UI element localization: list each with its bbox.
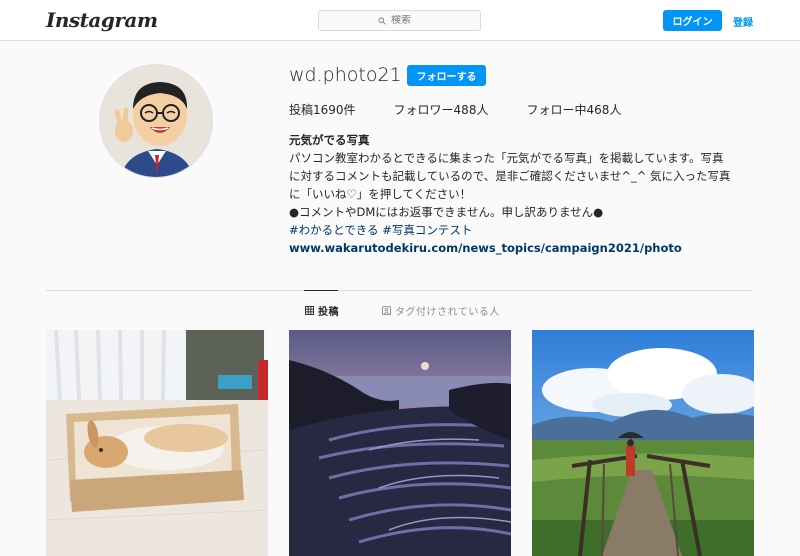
login-button[interactable]: ログイン — [663, 10, 722, 31]
tagged-user-icon — [382, 306, 391, 315]
followers-count[interactable]: フォロワー488人 — [394, 101, 489, 118]
post-thumbnail[interactable] — [46, 330, 268, 556]
bio-line: に「いいね♡」を押してください！ — [289, 187, 472, 201]
tabs-divider — [46, 290, 753, 291]
post-thumbnail[interactable] — [532, 330, 754, 556]
bio-hashtags[interactable]: #わかるとできる #写真コンテスト — [289, 221, 759, 239]
grid-icon — [305, 306, 314, 315]
instagram-logo[interactable]: Instagram — [46, 8, 158, 32]
profile-avatar[interactable] — [99, 64, 213, 178]
bio-line: ●コメントやDMにはお返事できません。申し訳ありません● — [289, 205, 604, 219]
profile-bio: 元気がでる写真 パソコン教室わかるとできるに集まった「元気がでる写真」を掲載して… — [289, 131, 759, 257]
search-icon — [378, 16, 386, 25]
tab-tagged[interactable]: タグ付けされている人 — [382, 303, 500, 318]
bio-line: パソコン教室わかるとできるに集まった「元気がでる写真」を掲載しています。写真 — [289, 151, 724, 165]
bio-line: に対するコメントも記載しているので、是非ご確認くださいませ^_^ 気に入った写真 — [289, 169, 731, 183]
profile-username: wd.photo21 — [289, 64, 402, 86]
top-navigation-bar: Instagram ログイン 登録 — [0, 0, 800, 41]
avatar-illustration — [100, 65, 212, 177]
tab-posts[interactable]: 投稿 — [305, 303, 339, 318]
search-box[interactable] — [318, 10, 481, 31]
bio-display-name: 元気がでる写真 — [289, 133, 370, 147]
profile-stats: 投稿1690件 フォロワー488人 フォロー中468人 — [289, 101, 621, 118]
boardwalk-umbrella-photo — [532, 330, 754, 556]
signup-link[interactable]: 登録 — [733, 14, 753, 29]
posts-count: 投稿1690件 — [289, 103, 356, 117]
rice-terraces-sunset-photo — [289, 330, 511, 556]
active-tab-indicator — [304, 290, 338, 291]
post-thumbnail[interactable] — [289, 330, 511, 556]
bio-website-link[interactable]: www.wakarutodekiru.com/news_topics/campa… — [289, 239, 759, 257]
search-input[interactable] — [391, 15, 421, 26]
rabbit-in-box-photo — [46, 330, 268, 556]
follow-button[interactable]: フォローする — [407, 65, 486, 86]
following-count[interactable]: フォロー中468人 — [526, 101, 621, 118]
tab-posts-label: 投稿 — [318, 307, 339, 318]
tab-tagged-label: タグ付けされている人 — [395, 307, 500, 318]
